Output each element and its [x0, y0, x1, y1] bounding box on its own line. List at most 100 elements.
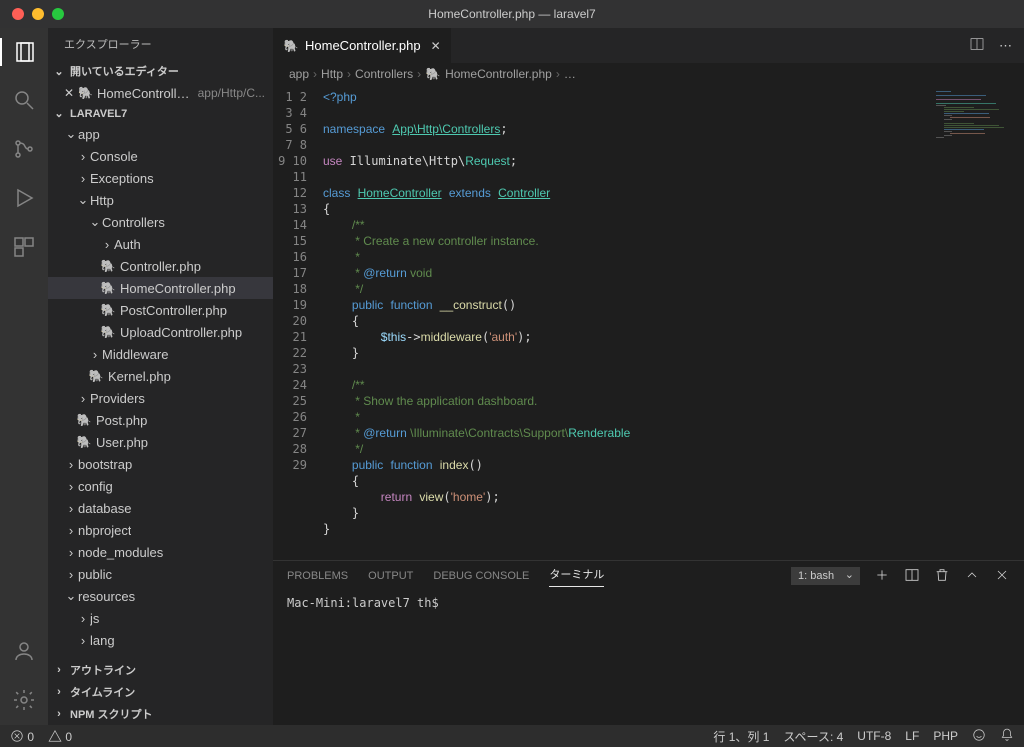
- tree-item[interactable]: ›Auth: [48, 233, 273, 255]
- chevron-icon: ›: [64, 457, 78, 472]
- tree-item[interactable]: 🐘PostController.php: [48, 299, 273, 321]
- explorer-tab[interactable]: [0, 38, 48, 66]
- breadcrumb-item[interactable]: app: [289, 67, 309, 81]
- close-tab-icon[interactable]: ✕: [431, 39, 441, 53]
- breadcrumb-item[interactable]: 🐘HomeController.php: [425, 67, 552, 81]
- panel-tab-debug[interactable]: DEBUG CONSOLE: [433, 570, 529, 582]
- code-editor[interactable]: 1 2 3 4 5 6 7 8 9 10 11 12 13 14 15 16 1…: [273, 85, 1024, 560]
- php-icon: 🐘: [100, 325, 116, 339]
- status-bar: 0 0 行 1、列 1 スペース: 4 UTF-8 LF PHP: [0, 725, 1024, 747]
- bottom-panel: PROBLEMS OUTPUT DEBUG CONSOLE ターミナル 1: b…: [273, 560, 1024, 725]
- tree-item[interactable]: ›sass: [48, 651, 273, 659]
- sidebar: エクスプローラー ⌄開いているエディター ✕ 🐘 HomeController.…: [48, 28, 273, 725]
- status-position[interactable]: 行 1、列 1: [713, 728, 769, 745]
- file-tree: ⌄app›Console›Exceptions⌄Http⌄Controllers…: [48, 123, 273, 659]
- timeline-section[interactable]: ›タイムライン: [48, 681, 273, 703]
- status-errors[interactable]: 0: [10, 729, 34, 744]
- breadcrumb-item[interactable]: Http: [321, 67, 343, 81]
- split-terminal-icon[interactable]: [904, 567, 920, 586]
- project-section[interactable]: ⌄LARAVEL7: [48, 104, 273, 123]
- code-content[interactable]: <?php namespace App\Http\Controllers; us…: [323, 85, 1024, 560]
- kill-terminal-icon[interactable]: [934, 567, 950, 586]
- panel-tabs: PROBLEMS OUTPUT DEBUG CONSOLE ターミナル 1: b…: [273, 561, 1024, 591]
- tree-item[interactable]: ›Console: [48, 145, 273, 167]
- status-feedback-icon[interactable]: [972, 728, 986, 745]
- chevron-icon: ›: [76, 391, 90, 406]
- php-icon: 🐘: [100, 259, 116, 273]
- panel-tab-problems[interactable]: PROBLEMS: [287, 570, 348, 582]
- php-icon: 🐘: [76, 413, 92, 427]
- panel-tab-terminal[interactable]: ターミナル: [549, 566, 604, 587]
- tree-item[interactable]: ›public: [48, 563, 273, 585]
- breadcrumb-item[interactable]: Controllers: [355, 67, 413, 81]
- settings-icon[interactable]: [12, 688, 36, 715]
- breadcrumbs[interactable]: app›Http›Controllers›🐘HomeController.php…: [273, 63, 1024, 85]
- maximize-panel-icon[interactable]: [964, 567, 980, 586]
- account-icon[interactable]: [12, 639, 36, 666]
- minimize-window[interactable]: [32, 8, 44, 20]
- status-spaces[interactable]: スペース: 4: [783, 728, 843, 745]
- window-title: HomeController.php — laravel7: [428, 7, 595, 21]
- php-icon: 🐘: [283, 39, 299, 53]
- close-panel-icon[interactable]: [994, 567, 1010, 586]
- breadcrumb-item[interactable]: …: [564, 67, 576, 81]
- tree-item[interactable]: 🐘HomeController.php: [48, 277, 273, 299]
- tab-actions: ⋯: [969, 28, 1024, 63]
- tree-item[interactable]: ⌄resources: [48, 585, 273, 607]
- close-window[interactable]: [12, 8, 24, 20]
- chevron-icon: ›: [76, 633, 90, 648]
- php-icon: 🐘: [76, 435, 92, 449]
- outline-section[interactable]: ›アウトライン: [48, 659, 273, 681]
- status-bell-icon[interactable]: [1000, 728, 1014, 745]
- status-eol[interactable]: LF: [905, 729, 919, 743]
- tree-item[interactable]: ›nbproject: [48, 519, 273, 541]
- terminal-content[interactable]: Mac-Mini:laravel7 th$: [273, 591, 1024, 725]
- tree-item[interactable]: ›database: [48, 497, 273, 519]
- editor-tabs: 🐘 HomeController.php ✕ ⋯: [273, 28, 1024, 63]
- tree-item[interactable]: ›js: [48, 607, 273, 629]
- tree-item[interactable]: 🐘Kernel.php: [48, 365, 273, 387]
- status-warnings[interactable]: 0: [48, 729, 72, 744]
- tree-item[interactable]: ›config: [48, 475, 273, 497]
- tree-item[interactable]: ›lang: [48, 629, 273, 651]
- debug-tab[interactable]: [12, 186, 36, 213]
- php-icon: 🐘: [88, 369, 104, 383]
- tree-item[interactable]: ⌄Http: [48, 189, 273, 211]
- open-editors-section[interactable]: ⌄開いているエディター: [48, 60, 273, 82]
- new-terminal-icon[interactable]: [874, 567, 890, 586]
- terminal-selector[interactable]: 1: bash: [791, 567, 860, 585]
- extensions-tab[interactable]: [12, 235, 36, 262]
- window-controls: [0, 8, 64, 20]
- tree-item[interactable]: ›Exceptions: [48, 167, 273, 189]
- search-tab[interactable]: [12, 88, 36, 115]
- tree-item[interactable]: ›Providers: [48, 387, 273, 409]
- more-actions-icon[interactable]: ⋯: [999, 38, 1012, 54]
- chevron-icon: ›: [88, 347, 102, 362]
- npm-section[interactable]: ›NPM スクリプト: [48, 703, 273, 725]
- tree-item[interactable]: ›bootstrap: [48, 453, 273, 475]
- php-icon: 🐘: [425, 67, 441, 81]
- zoom-window[interactable]: [52, 8, 64, 20]
- tree-item[interactable]: 🐘UploadController.php: [48, 321, 273, 343]
- close-editor-icon[interactable]: ✕: [64, 86, 74, 100]
- tree-item[interactable]: 🐘User.php: [48, 431, 273, 453]
- split-editor-icon[interactable]: [969, 36, 985, 55]
- tree-item[interactable]: ›Middleware: [48, 343, 273, 365]
- tree-item[interactable]: 🐘Controller.php: [48, 255, 273, 277]
- panel-tab-output[interactable]: OUTPUT: [368, 570, 413, 582]
- editor-tab[interactable]: 🐘 HomeController.php ✕: [273, 28, 452, 63]
- status-encoding[interactable]: UTF-8: [857, 729, 891, 743]
- chevron-icon: ›: [100, 237, 114, 252]
- tree-item[interactable]: ›node_modules: [48, 541, 273, 563]
- tree-item[interactable]: ⌄app: [48, 123, 273, 145]
- chevron-icon: ›: [64, 501, 78, 516]
- open-editor-item[interactable]: ✕ 🐘 HomeController.php app/Http/C...: [48, 82, 273, 104]
- tree-item[interactable]: 🐘Post.php: [48, 409, 273, 431]
- chevron-icon: ›: [64, 545, 78, 560]
- scm-tab[interactable]: [12, 137, 36, 164]
- chevron-icon: ⌄: [64, 126, 78, 142]
- tree-item[interactable]: ⌄Controllers: [48, 211, 273, 233]
- status-language[interactable]: PHP: [933, 729, 958, 743]
- minimap[interactable]: [936, 91, 1016, 139]
- chevron-icon: ⌄: [64, 588, 78, 604]
